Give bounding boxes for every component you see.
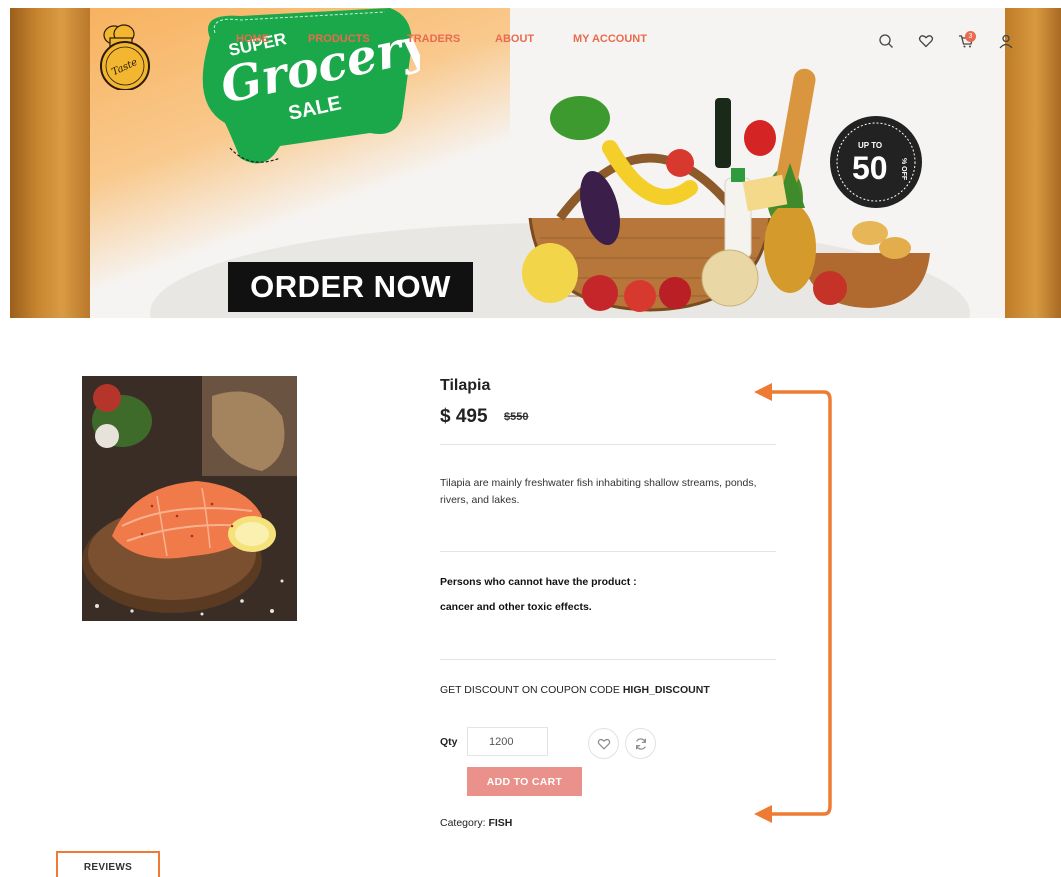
nav-my-account[interactable]: MY ACCOUNT xyxy=(573,33,647,45)
heart-icon xyxy=(597,738,610,750)
product-price: $ 495 xyxy=(440,406,488,427)
qty-label: Qty xyxy=(440,736,458,748)
user-icon[interactable] xyxy=(998,33,1014,49)
product-description: Tilapia are mainly freshwater fish inhab… xyxy=(440,477,757,506)
product-old-price: $550 xyxy=(504,411,529,423)
banner-wood-right xyxy=(1005,8,1061,318)
add-to-cart-button[interactable]: ADD TO CART xyxy=(467,767,582,796)
grocery-sale-graphic: SUPER Grocery SALE xyxy=(202,8,420,164)
compare-button[interactable] xyxy=(625,728,656,759)
wishlist-button[interactable] xyxy=(588,728,619,759)
nav-about[interactable]: ABOUT xyxy=(495,33,534,45)
cart-count-badge: 3 xyxy=(965,31,976,42)
qty-input[interactable] xyxy=(467,727,548,756)
site-logo[interactable]: Taste xyxy=(96,22,154,90)
restriction-title: Persons who cannot have the product : xyxy=(440,576,637,588)
svg-text:% OFF: % OFF xyxy=(900,158,907,181)
coupon-prefix: GET DISCOUNT ON COUPON CODE xyxy=(440,684,620,696)
divider xyxy=(440,551,776,552)
nav-traders[interactable]: TRADERS xyxy=(407,33,460,45)
tab-reviews[interactable]: REVIEWS xyxy=(56,851,160,877)
divider xyxy=(440,444,776,445)
refresh-icon xyxy=(635,737,646,750)
hero-banner: Taste SUPER Grocery SALE UP TO 50 % OFF … xyxy=(10,8,1061,318)
product-category: Category: FISH xyxy=(440,817,512,829)
category-label: Category: xyxy=(440,817,486,829)
heart-icon[interactable] xyxy=(918,33,934,49)
svg-text:50: 50 xyxy=(852,150,888,186)
coupon-line: GET DISCOUNT ON COUPON CODE HIGH_DISCOUN… xyxy=(440,684,710,696)
order-now-button[interactable]: ORDER NOW xyxy=(228,262,473,312)
divider xyxy=(440,659,776,660)
nav-home[interactable]: HOME xyxy=(236,33,269,45)
nav-icon-group xyxy=(878,33,1018,53)
restriction-text: cancer and other toxic effects. xyxy=(440,601,592,613)
product-title: Tilapia xyxy=(440,377,491,394)
discount-badge: UP TO 50 % OFF xyxy=(830,116,922,208)
banner-wood-left xyxy=(10,8,90,318)
nav-products[interactable]: PRODUCTS xyxy=(308,33,370,45)
annotation-bracket xyxy=(754,383,832,823)
category-link[interactable]: FISH xyxy=(488,817,512,829)
coupon-code: HIGH_DISCOUNT xyxy=(622,684,710,696)
product-image[interactable] xyxy=(82,376,297,621)
svg-text:UP TO: UP TO xyxy=(858,141,882,150)
search-icon[interactable] xyxy=(878,33,894,49)
